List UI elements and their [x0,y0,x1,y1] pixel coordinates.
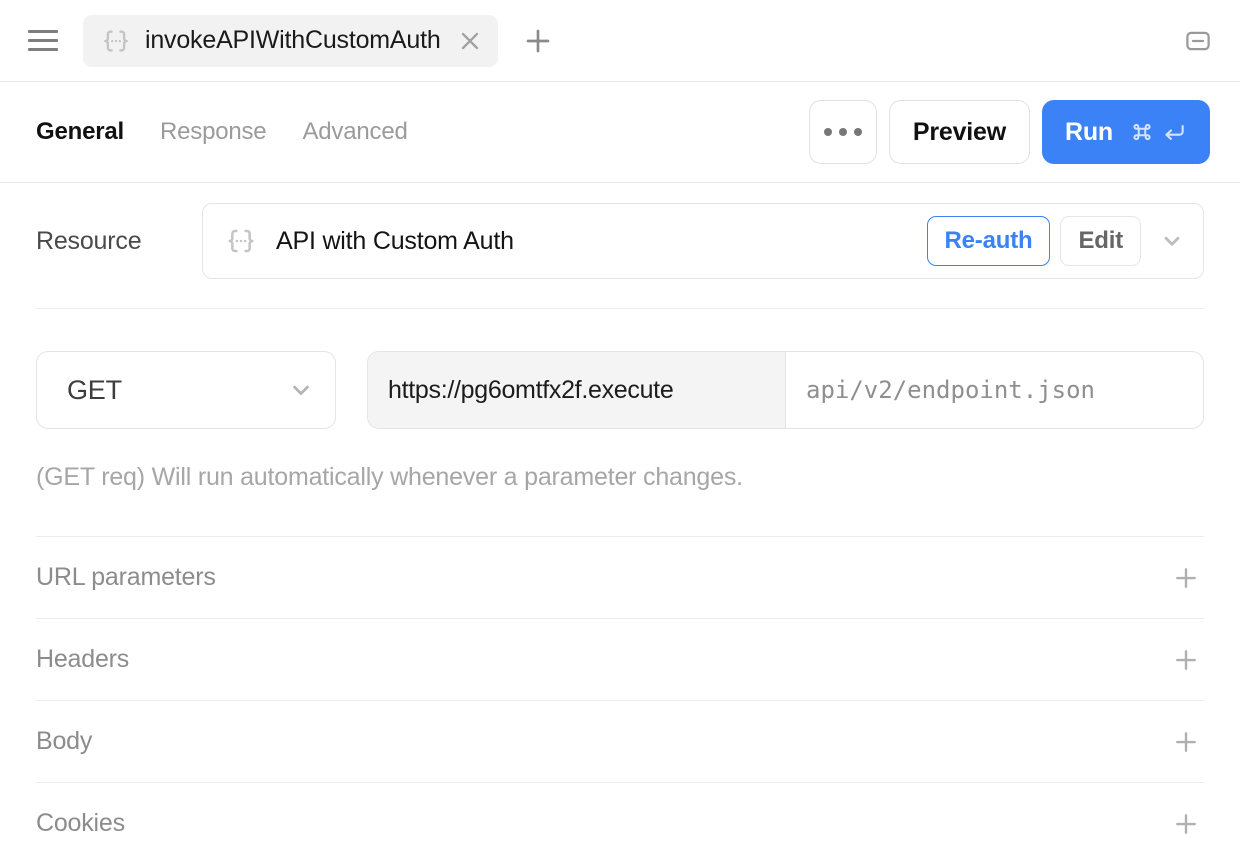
toolbar: General Response Advanced Preview Run [0,82,1240,183]
resource-selector[interactable]: API with Custom Auth Re-auth Edit [202,203,1204,279]
request-row: GET https://pg6omtfx2f.execute api/v2/en… [36,351,1204,429]
run-shortcut [1129,119,1187,145]
section-label: Cookies [36,809,125,837]
url-path-input-wrapper[interactable]: api/v2/endpoint.json [786,352,1203,428]
url-field[interactable]: https://pg6omtfx2f.execute api/v2/endpoi… [367,351,1204,429]
section-label: Headers [36,645,130,673]
more-options-button[interactable] [808,100,877,164]
ellipsis-icon [823,128,832,136]
preview-button[interactable]: Preview [888,100,1030,164]
toolbar-actions: Preview Run [808,100,1210,164]
url-base-prefix[interactable]: https://pg6omtfx2f.execute [368,352,786,428]
auto-run-hint: (GET req) Will run automatically wheneve… [36,463,743,491]
chevron-down-icon[interactable] [1151,216,1193,266]
plus-icon[interactable] [1168,642,1204,678]
title-bar: invokeAPIWithCustomAuth [0,0,1240,82]
tab-label: invokeAPIWithCustomAuth [145,26,441,54]
ellipsis-icon [838,128,847,136]
new-tab-button[interactable] [520,23,556,59]
section-headers[interactable]: Headers [36,618,1204,700]
tab-invoke-api-with-custom-auth[interactable]: invokeAPIWithCustomAuth [83,14,498,67]
close-icon[interactable] [456,27,484,55]
command-key-icon [1133,123,1151,141]
section-label: Body [36,727,93,755]
plus-icon[interactable] [1168,560,1204,596]
run-label: Run [1065,117,1113,146]
plus-icon[interactable] [1168,724,1204,760]
chevron-down-icon [287,376,315,404]
tab-general[interactable]: General [36,118,124,146]
re-auth-button[interactable]: Re-auth [926,216,1051,266]
resource-label: Resource [36,226,142,255]
section-tabs: General Response Advanced [36,118,408,146]
return-key-icon [1165,125,1184,140]
general-panel: Resource API with Custom Auth Re-auth Ed… [0,196,1240,860]
ellipsis-icon [853,128,862,136]
resource-actions: Re-auth Edit [926,216,1193,266]
tab-advanced[interactable]: Advanced [302,118,407,146]
minimize-icon[interactable] [1180,23,1216,59]
section-label: URL parameters [36,563,216,591]
hamburger-menu-icon[interactable] [26,24,60,58]
http-method-select[interactable]: GET [36,351,336,429]
resource-name: API with Custom Auth [276,226,514,255]
url-base-text: https://pg6omtfx2f.execute [388,375,674,404]
section-body[interactable]: Body [36,700,1204,782]
resource-row: Resource API with Custom Auth Re-auth Ed… [36,196,1204,286]
tab-response[interactable]: Response [160,118,267,146]
curly-braces-icon [101,26,131,56]
edit-resource-button[interactable]: Edit [1060,216,1141,266]
http-method-value: GET [67,374,122,405]
section-divider [36,308,1204,309]
curly-braces-icon [225,225,257,257]
section-cookies[interactable]: Cookies [36,782,1204,860]
url-path-placeholder: api/v2/endpoint.json [806,376,1095,404]
plus-icon[interactable] [1168,806,1204,842]
section-url-parameters[interactable]: URL parameters [36,536,1204,618]
run-button[interactable]: Run [1042,100,1210,164]
request-sections: URL parameters Headers Body Cookies [36,536,1204,860]
